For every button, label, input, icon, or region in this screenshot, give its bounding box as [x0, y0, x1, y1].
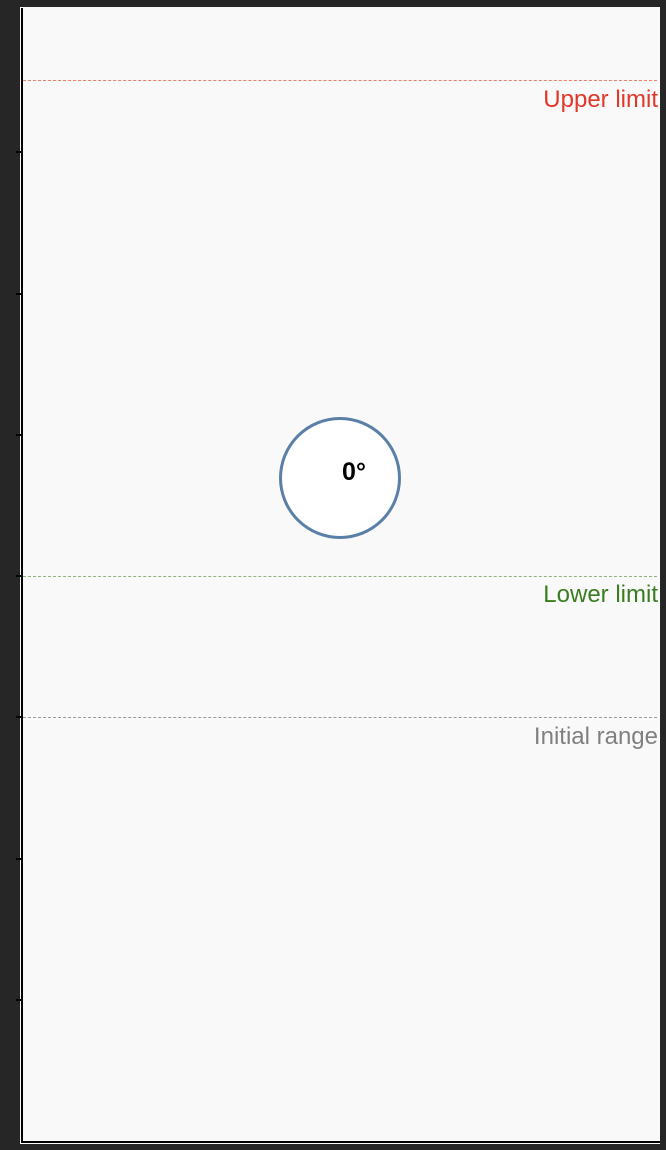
- bottom-border: [21, 1141, 660, 1143]
- upper-limit-line: [23, 80, 657, 81]
- axis-tick: [16, 858, 23, 860]
- angle-marker[interactable]: 0°: [279, 417, 401, 539]
- axis-tick: [16, 999, 23, 1001]
- initial-range-line: [23, 717, 657, 718]
- axis-tick: [16, 151, 23, 153]
- axis-tick: [16, 716, 23, 718]
- axis-tick: [16, 293, 23, 295]
- axis-tick: [16, 575, 23, 577]
- initial-range-label: Initial range: [533, 723, 658, 750]
- axis-tick: [16, 434, 23, 436]
- lower-limit-label: Lower limit: [543, 581, 658, 608]
- angle-value: 0°: [342, 458, 366, 486]
- upper-limit-label: Upper limit: [543, 86, 658, 113]
- lower-limit-line: [23, 576, 657, 577]
